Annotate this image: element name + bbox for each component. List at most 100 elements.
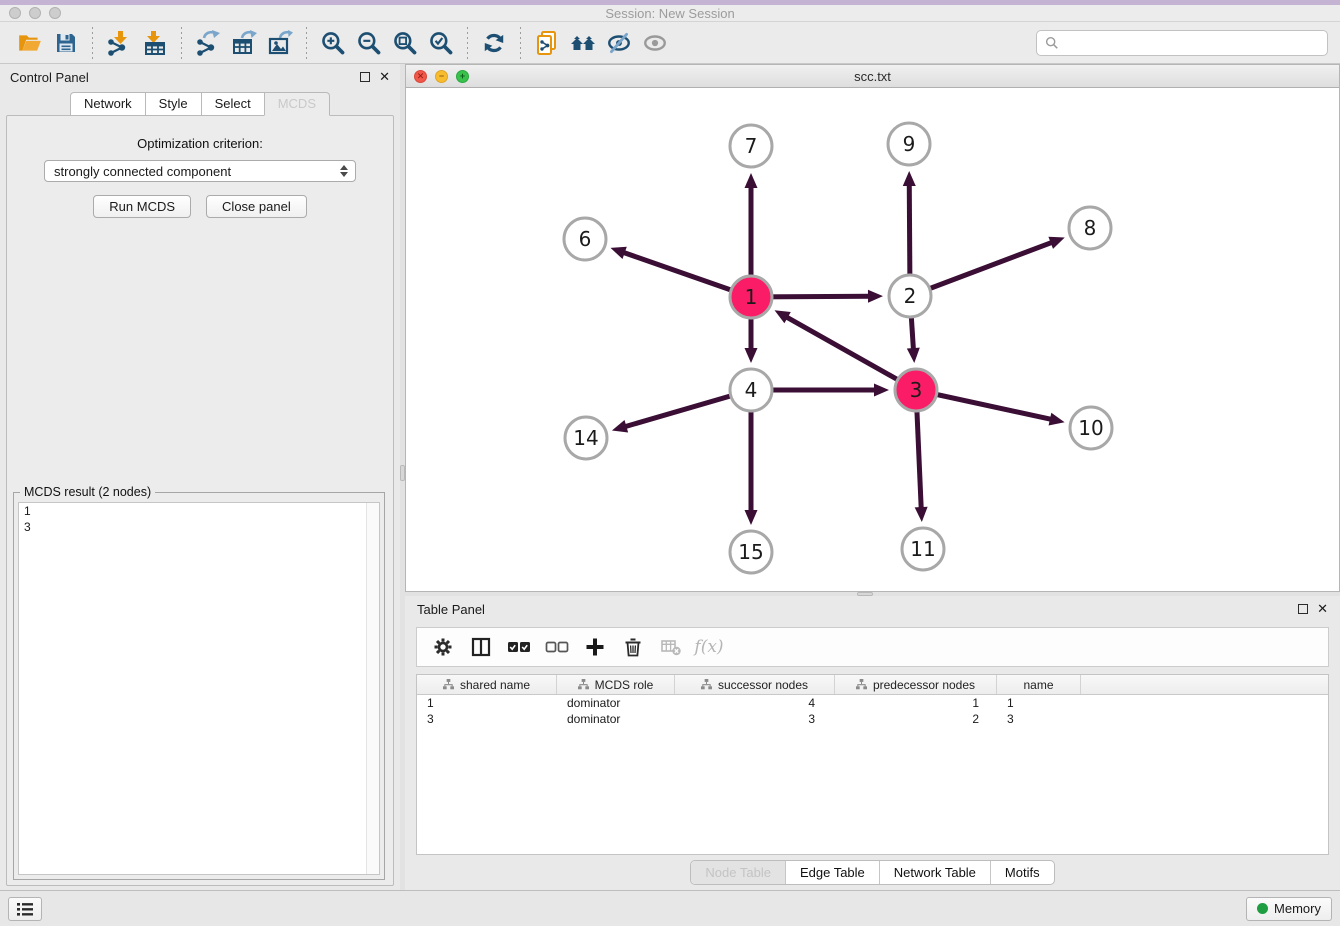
tab-node-table[interactable]: Node Table [691, 861, 785, 884]
table-cell: 1 [997, 696, 1081, 710]
zoom-out-icon[interactable] [354, 28, 384, 58]
tab-style[interactable]: Style [145, 92, 202, 116]
network-canvas[interactable]: 7 9 6 8 1 2 4 3 14 10 15 11 [406, 88, 1339, 591]
table-cell: 1 [417, 696, 557, 710]
mcds-result-text[interactable]: 13 [18, 502, 380, 875]
mcds-panel: Optimization criterion: strongly connect… [6, 115, 394, 886]
float-panel-icon[interactable] [1298, 604, 1308, 614]
graph-edge-2-8[interactable] [910, 237, 1065, 296]
export-image-icon[interactable] [265, 28, 295, 58]
column-header-name[interactable]: name [997, 675, 1081, 694]
main-toolbar [0, 22, 1340, 64]
table-panel-header: Table Panel ✕ [405, 596, 1340, 622]
task-history-button[interactable] [8, 897, 42, 921]
graph-node-6[interactable]: 6 [564, 218, 606, 260]
tab-network-table[interactable]: Network Table [879, 861, 990, 884]
network-close-button[interactable]: ✕ [414, 70, 427, 83]
run-mcds-button[interactable]: Run MCDS [93, 195, 191, 218]
search-box [1036, 30, 1328, 56]
network-minimize-button[interactable]: − [435, 70, 448, 83]
tab-edge-table[interactable]: Edge Table [785, 861, 879, 884]
float-panel-icon[interactable] [360, 72, 370, 82]
graph-node-2[interactable]: 2 [889, 275, 931, 317]
graph-node-15[interactable]: 15 [730, 531, 772, 573]
mcds-result-line: 1 [19, 503, 379, 519]
create-column-plus-icon[interactable] [581, 633, 609, 661]
graph-node-3[interactable]: 3 [895, 369, 937, 411]
column-header-successor-nodes[interactable]: successor nodes [675, 675, 835, 694]
table-tabs-footer: Node TableEdge TableNetwork TableMotifs [405, 855, 1340, 890]
graph-node-14[interactable]: 14 [565, 417, 607, 459]
graph-node-7[interactable]: 7 [730, 125, 772, 167]
table-row[interactable]: 3dominator323 [417, 711, 1328, 727]
table-cell: 3 [417, 712, 557, 726]
network-maximize-button[interactable]: + [456, 70, 469, 83]
graph-node-10[interactable]: 10 [1070, 407, 1112, 449]
zoom-selected-icon[interactable] [426, 28, 456, 58]
toolbar-separator [520, 27, 521, 59]
graph-node-8[interactable]: 8 [1069, 207, 1111, 249]
search-icon [1045, 36, 1059, 50]
graph-edge-3-10[interactable] [916, 390, 1065, 425]
result-scrollbar[interactable] [366, 503, 379, 874]
main-area: Control Panel ✕ NetworkStyleSelectMCDS O… [0, 64, 1340, 890]
tab-network[interactable]: Network [70, 92, 146, 116]
import-table-icon[interactable] [140, 28, 170, 58]
tab-mcds[interactable]: MCDS [264, 92, 330, 116]
tab-motifs[interactable]: Motifs [990, 861, 1054, 884]
search-input[interactable] [1065, 35, 1319, 50]
svg-text:10: 10 [1078, 416, 1103, 440]
destroy-table-icon[interactable] [657, 633, 685, 661]
unselect-all-icon[interactable] [543, 633, 571, 661]
graph-edge-3-1[interactable] [775, 310, 916, 390]
column-header-shared-name[interactable]: shared name [417, 675, 557, 694]
show-columns-icon[interactable] [467, 633, 495, 661]
table-header-row: shared name MCDS rolesuccessor nodesprede… [417, 675, 1328, 695]
save-session-icon[interactable] [51, 28, 81, 58]
splitter-handle[interactable] [400, 465, 405, 481]
graph-node-4[interactable]: 4 [730, 369, 772, 411]
table-cell: 1 [835, 696, 997, 710]
import-network-icon[interactable] [104, 28, 134, 58]
svg-text:7: 7 [745, 134, 758, 158]
close-panel-button[interactable]: Close panel [206, 195, 307, 218]
svg-text:15: 15 [738, 540, 763, 564]
column-header-label: shared name [460, 678, 530, 692]
show-all-icon[interactable] [640, 28, 670, 58]
refresh-layout-icon[interactable] [479, 28, 509, 58]
column-header-MCDS-role[interactable]: MCDS role [557, 675, 675, 694]
memory-button[interactable]: Memory [1246, 897, 1332, 921]
first-neighbors-icon[interactable] [568, 28, 598, 58]
criterion-select[interactable]: strongly connected component [44, 160, 356, 182]
open-file-icon[interactable] [15, 28, 45, 58]
mcds-result-line: 3 [19, 519, 379, 535]
table-toolbar: f(x) [416, 627, 1329, 667]
mcds-result-groupbox: MCDS result (2 nodes) 13 [13, 492, 385, 880]
hide-selected-icon[interactable] [604, 28, 634, 58]
function-builder-icon[interactable]: f(x) [695, 633, 723, 661]
horizontal-splitter[interactable] [405, 592, 1340, 596]
vertical-splitter[interactable] [400, 64, 405, 890]
control-panel-tabs: NetworkStyleSelectMCDS [0, 92, 400, 116]
zoom-in-icon[interactable] [318, 28, 348, 58]
export-table-icon[interactable] [229, 28, 259, 58]
graph-node-11[interactable]: 11 [902, 528, 944, 570]
close-panel-icon[interactable]: ✕ [1317, 604, 1328, 614]
column-header-empty [1081, 675, 1328, 694]
column-header-predecessor-nodes[interactable]: predecessor nodes [835, 675, 997, 694]
zoom-fit-icon[interactable] [390, 28, 420, 58]
graph-node-9[interactable]: 9 [888, 123, 930, 165]
close-panel-icon[interactable]: ✕ [379, 72, 390, 82]
network-view-window: ✕ − + scc.txt 7 9 6 8 1 2 4 3 14 10 15 11 [405, 64, 1340, 592]
splitter-handle[interactable] [857, 592, 873, 596]
export-network-icon[interactable] [193, 28, 223, 58]
delete-column-trash-icon[interactable] [619, 633, 647, 661]
graph-node-1[interactable]: 1 [730, 276, 772, 318]
tab-select[interactable]: Select [201, 92, 265, 116]
network-window-title: scc.txt [406, 69, 1339, 84]
table-row[interactable]: 1dominator411 [417, 695, 1328, 711]
table-settings-gear-icon[interactable] [429, 633, 457, 661]
new-network-from-selection-icon[interactable] [532, 28, 562, 58]
select-all-icon[interactable] [505, 633, 533, 661]
toolbar-separator [467, 27, 468, 59]
